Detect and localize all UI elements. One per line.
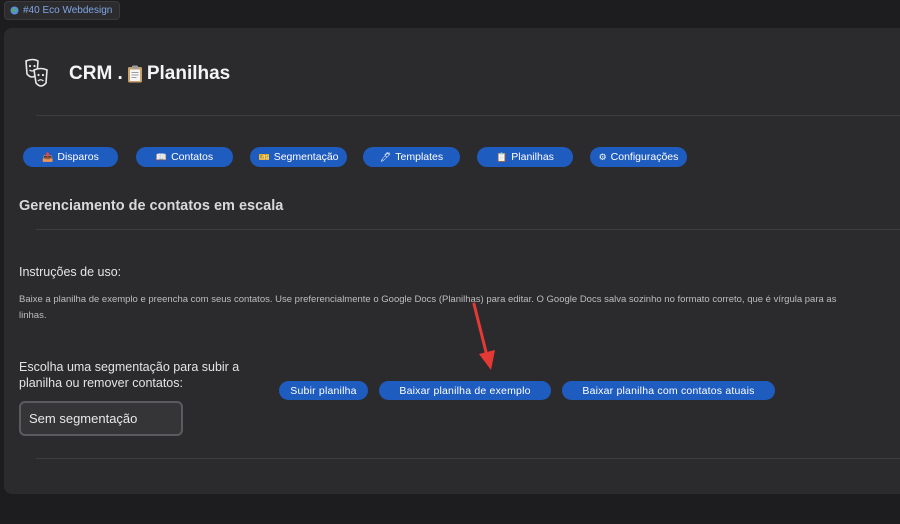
instructions-title: Instruções de uso:	[19, 265, 122, 279]
nav-segmentacao-button[interactable]: 🎫 Segmentação	[250, 147, 347, 167]
clipboard-icon: 📋	[496, 151, 508, 162]
page-title-suffix: Planilhas	[146, 63, 231, 84]
browser-tab[interactable]: #40 Eco Webdesign	[4, 1, 121, 20]
nav-templates-label: Templates	[395, 151, 444, 163]
nav-templates-button[interactable]: 🖊 Templates	[363, 147, 460, 167]
clipboard-icon	[127, 65, 142, 83]
instructions-line-2: linhas.	[19, 310, 47, 321]
upload-sheet-button[interactable]: Subir planilha	[279, 381, 368, 400]
section-divider	[36, 229, 900, 230]
download-example-button[interactable]: Baixar planilha de exemplo	[379, 381, 551, 400]
book-icon: 📖	[155, 151, 168, 162]
gear-icon: ⚙	[598, 151, 607, 162]
nav-segmentacao-label: Segmentação	[273, 151, 339, 163]
section-title: Gerenciamento de contatos em escala	[19, 198, 284, 214]
browser-tab-label: #40 Eco Webdesign	[23, 5, 113, 16]
page-title: CRM . Planilhas	[69, 63, 230, 85]
header-divider	[36, 115, 900, 116]
download-current-contacts-button[interactable]: Baixar planilha com contatos atuais	[562, 381, 775, 400]
outbox-icon: 📤	[42, 151, 54, 162]
pen-icon: 🖊	[379, 151, 392, 162]
nav-configuracoes-button[interactable]: ⚙ Configurações	[590, 147, 687, 167]
nav-planilhas-button[interactable]: 📋 Planilhas	[477, 147, 573, 167]
page-header: CRM . Planilhas	[22, 58, 230, 90]
faces-logo-icon	[25, 58, 48, 87]
footer-divider	[36, 458, 900, 459]
instructions-line-1: Baixe a planilha de exemplo e preencha c…	[19, 294, 837, 305]
ticket-icon: 🎫	[258, 151, 270, 162]
nav-disparos-button[interactable]: 📤 Disparos	[23, 147, 118, 167]
nav-contatos-label: Contatos	[171, 151, 214, 163]
instructions-text: Baixe a planilha de exemplo e preencha c…	[19, 292, 900, 324]
nav-disparos-label: Disparos	[57, 151, 99, 163]
annotation-arrow-icon	[472, 302, 495, 370]
segmentation-label: Escolha uma segmentação para subir a pla…	[19, 360, 240, 390]
nav-planilhas-label: Planilhas	[511, 151, 554, 163]
nav-contatos-button[interactable]: 📖 Contatos	[136, 147, 233, 167]
globe-icon	[10, 6, 19, 15]
nav-configuracoes-label: Configurações	[610, 151, 679, 163]
segmentation-select[interactable]: Sem segmentação	[19, 401, 183, 436]
page-title-prefix: CRM .	[69, 63, 123, 84]
